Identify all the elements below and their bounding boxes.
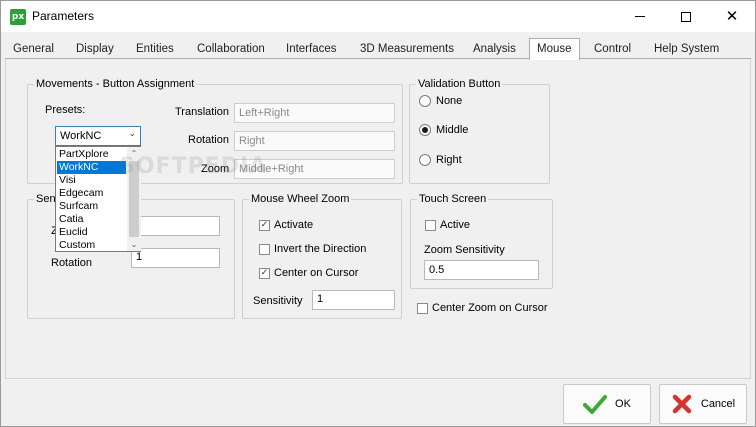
touch-screen-legend: Touch Screen bbox=[417, 193, 489, 205]
maximize-button[interactable] bbox=[663, 1, 709, 32]
wheel-sensitivity-label: Sensitivity bbox=[253, 295, 303, 307]
zoom-label: Zoom bbox=[201, 163, 230, 175]
preset-option-edgecam[interactable]: Edgecam bbox=[57, 187, 126, 200]
cancel-x-icon bbox=[672, 394, 692, 414]
preset-option-catia[interactable]: Catia bbox=[57, 213, 126, 226]
sensitivity-zoom-field[interactable] bbox=[131, 216, 220, 236]
cancel-label: Cancel bbox=[700, 398, 736, 410]
dropdown-scrollbar[interactable]: ⌃ ⌄ bbox=[127, 147, 141, 251]
tab-interfaces[interactable]: Interfaces bbox=[286, 40, 337, 59]
activate-checkbox[interactable]: ✓ bbox=[259, 220, 270, 231]
scrollbar-thumb[interactable] bbox=[129, 161, 139, 237]
minimize-icon bbox=[635, 16, 645, 17]
radio-middle[interactable] bbox=[419, 124, 431, 136]
scroll-up-icon[interactable]: ⌃ bbox=[127, 147, 141, 160]
tab-display[interactable]: Display bbox=[76, 40, 114, 59]
preset-option-partxplore[interactable]: PartXplore bbox=[57, 148, 126, 161]
title-bar: px Parameters ✕ bbox=[1, 1, 755, 32]
close-button[interactable]: ✕ bbox=[709, 1, 755, 32]
rotation-field[interactable]: Right bbox=[234, 131, 395, 151]
ok-button[interactable]: OK bbox=[563, 384, 651, 424]
radio-right[interactable] bbox=[419, 154, 431, 166]
tab-entities[interactable]: Entities bbox=[136, 40, 174, 59]
preset-option-surfcam[interactable]: Surfcam bbox=[57, 200, 126, 213]
cancel-button[interactable]: Cancel bbox=[659, 384, 747, 424]
center-on-cursor-label: Center on Cursor bbox=[274, 267, 359, 279]
sensitivity-rotation-label: Rotation bbox=[51, 257, 92, 269]
minimize-button[interactable] bbox=[617, 1, 663, 32]
wheel-sensitivity-field[interactable]: 1 bbox=[312, 290, 395, 310]
radio-none[interactable] bbox=[419, 95, 431, 107]
tab-collaboration[interactable]: Collaboration bbox=[197, 40, 265, 59]
zoom-sensitivity-label: Zoom Sensitivity bbox=[424, 244, 505, 256]
translation-label: Translation bbox=[175, 106, 230, 118]
tab-mouse[interactable]: Mouse bbox=[529, 38, 580, 60]
radio-middle-label: Middle bbox=[436, 124, 469, 136]
tab-strip: General Display Entities Collaboration I… bbox=[1, 38, 755, 60]
center-zoom-checkbox[interactable] bbox=[417, 303, 428, 314]
app-icon: px bbox=[10, 9, 26, 25]
tab-help-system[interactable]: Help System bbox=[654, 40, 719, 59]
touch-active-checkbox[interactable] bbox=[425, 220, 436, 231]
chevron-down-icon: ⌄ bbox=[128, 129, 136, 139]
radio-none-label: None bbox=[436, 95, 463, 107]
radio-right-label: Right bbox=[436, 154, 462, 166]
presets-value: WorkNC bbox=[60, 130, 102, 142]
presets-dropdown-list: PartXplore WorkNC Visi Edgecam Surfcam C… bbox=[55, 146, 141, 252]
preset-option-euclid[interactable]: Euclid bbox=[57, 226, 126, 239]
tab-control[interactable]: Control bbox=[594, 40, 631, 59]
window-title: Parameters bbox=[32, 9, 95, 23]
activate-label: Activate bbox=[274, 219, 314, 231]
mouse-wheel-zoom-legend: Mouse Wheel Zoom bbox=[249, 193, 352, 205]
presets-combobox[interactable]: WorkNC ⌄ bbox=[55, 126, 141, 146]
presets-label: Presets: bbox=[45, 104, 86, 116]
ok-label: OK bbox=[615, 398, 631, 410]
preset-option-custom[interactable]: Custom bbox=[57, 239, 126, 252]
preset-option-worknc[interactable]: WorkNC bbox=[57, 161, 126, 174]
validation-legend: Validation Button bbox=[416, 78, 503, 90]
zoom-field[interactable]: Middle+Right bbox=[234, 159, 395, 179]
rotation-label: Rotation bbox=[188, 134, 229, 146]
scroll-down-icon[interactable]: ⌄ bbox=[127, 238, 141, 251]
sensitivity-rotation-field[interactable]: 1 bbox=[131, 248, 220, 268]
movements-legend: Movements - Button Assignment bbox=[34, 78, 197, 90]
invert-direction-label: Invert the Direction bbox=[274, 243, 367, 255]
maximize-icon bbox=[681, 11, 691, 22]
center-on-cursor-checkbox[interactable]: ✓ bbox=[259, 268, 270, 279]
center-zoom-label: Center Zoom on Cursor bbox=[432, 302, 548, 314]
touch-active-label: Active bbox=[440, 219, 470, 231]
zoom-sensitivity-field[interactable]: 0.5 bbox=[424, 260, 539, 280]
tab-analysis[interactable]: Analysis bbox=[473, 40, 516, 59]
tab-3d-measurements[interactable]: 3D Measurements bbox=[360, 40, 454, 59]
tab-general[interactable]: General bbox=[13, 40, 54, 59]
preset-option-visi[interactable]: Visi bbox=[57, 174, 126, 187]
parameters-dialog: px Parameters ✕ General Display Entities… bbox=[0, 0, 756, 427]
checkmark-icon bbox=[583, 395, 608, 414]
translation-field[interactable]: Left+Right bbox=[234, 103, 395, 123]
invert-direction-checkbox[interactable] bbox=[259, 244, 270, 255]
close-icon: ✕ bbox=[725, 7, 739, 25]
